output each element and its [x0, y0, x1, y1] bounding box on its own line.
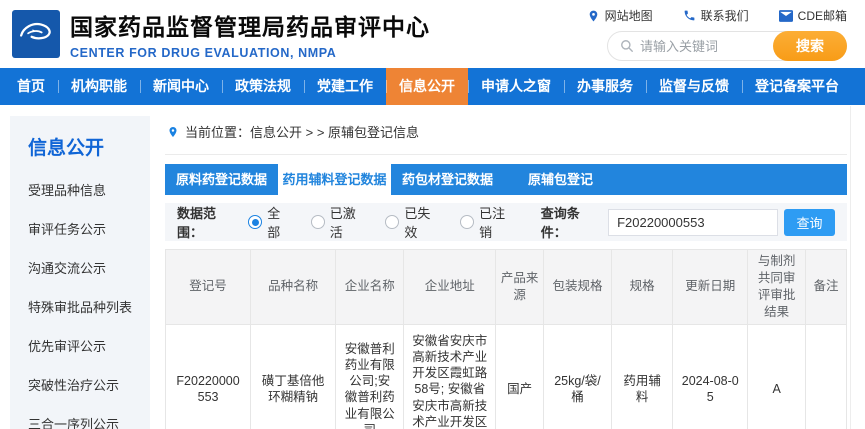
- sidebar-item-three-in-one[interactable]: 三合一序列公示: [10, 404, 150, 429]
- sidebar-item-review-tasks[interactable]: 审评任务公示: [10, 209, 150, 248]
- mailbox-link-label: CDE邮箱: [798, 7, 847, 24]
- col-update-date: 更新日期: [673, 250, 748, 325]
- tab-packaging-registration[interactable]: 药包材登记数据: [391, 164, 504, 195]
- sidebar-title: 信息公开: [10, 116, 150, 170]
- radio-activated-label: 已激活: [330, 203, 366, 241]
- site-title-block: 国家药品监督管理局药品审评中心 CENTER FOR DRUG EVALUATI…: [70, 8, 430, 60]
- search-icon: [620, 39, 634, 53]
- cell-company-address: 安徽省安庆市高新技术产业开发区霞虹路58号; 安徽省安庆市高新技术产业开发区霞虹…: [404, 324, 496, 429]
- cde-logo[interactable]: [12, 10, 60, 58]
- sidebar-item-special-approval[interactable]: 特殊审批品种列表: [10, 287, 150, 326]
- cell-update-date: 2024-08-05: [673, 324, 748, 429]
- radio-cancelled[interactable]: 已注销: [460, 203, 515, 241]
- col-company-address: 企业地址: [404, 250, 496, 325]
- sidebar-item-priority-review[interactable]: 优先审评公示: [10, 326, 150, 365]
- nav-item-party[interactable]: 党建工作: [304, 68, 386, 105]
- col-remarks: 备注: [806, 250, 847, 325]
- search-input[interactable]: [640, 39, 770, 54]
- mail-icon: [779, 10, 793, 22]
- scope-label: 数据范围：: [177, 203, 238, 241]
- table-header-row: 登记号 品种名称 企业名称 企业地址 产品来源 包装规格 规格 更新日期 与制剂…: [166, 250, 847, 325]
- radio-all[interactable]: 全部: [248, 203, 290, 241]
- col-variety-name: 品种名称: [251, 250, 336, 325]
- phone-icon: [683, 9, 696, 22]
- sidebar-item-breakthrough-therapy[interactable]: 突破性治疗公示: [10, 365, 150, 404]
- nav-item-home[interactable]: 首页: [4, 68, 58, 105]
- search-button[interactable]: 搜索: [773, 31, 847, 61]
- cell-registration-number: F20220000553: [166, 324, 251, 429]
- radio-cancelled-label: 已注销: [479, 203, 515, 241]
- col-registration-number: 登记号: [166, 250, 251, 325]
- radio-all-label: 全部: [267, 203, 290, 241]
- cell-packaging-spec: 25kg/袋/桶: [543, 324, 611, 429]
- cell-joint-review-result: A: [748, 324, 806, 429]
- page: 国家药品监督管理局药品审评中心 CENTER FOR DRUG EVALUATI…: [0, 0, 865, 429]
- breadcrumb-text: 当前位置：信息公开 > > 原辅包登记信息: [185, 122, 419, 141]
- radio-expired-label: 已失效: [404, 203, 440, 241]
- radio-expired-circle[interactable]: [385, 215, 399, 229]
- breadcrumb: 当前位置：信息公开 > > 原辅包登记信息: [165, 110, 847, 155]
- nav-item-supervision[interactable]: 监督与反馈: [646, 68, 742, 105]
- sitemap-link-label: 网站地图: [605, 7, 653, 24]
- cell-company-name: 安徽普利药业有限公司;安徽普利药业有限公司: [336, 324, 404, 429]
- content-right-divider: [850, 106, 851, 429]
- radio-cancelled-circle[interactable]: [460, 215, 474, 229]
- sidebar-item-communication[interactable]: 沟通交流公示: [10, 248, 150, 287]
- col-joint-review-result: 与制剂共同审评审批结果: [748, 250, 806, 325]
- radio-expired[interactable]: 已失效: [385, 203, 440, 241]
- query-input[interactable]: [608, 209, 778, 236]
- tab-excipient-registration[interactable]: 药用辅料登记数据: [278, 164, 391, 195]
- tab-bar: 原料药登记数据 药用辅料登记数据 药包材登记数据 原辅包登记: [165, 164, 847, 195]
- nav-item-functions[interactable]: 机构职能: [58, 68, 140, 105]
- tab-api-registration[interactable]: 原料药登记数据: [165, 164, 278, 195]
- nav-item-services[interactable]: 办事服务: [564, 68, 646, 105]
- radio-activated-circle[interactable]: [311, 215, 325, 229]
- query-button[interactable]: 查询: [784, 209, 835, 236]
- tab-raw-aux-pack[interactable]: 原辅包登记: [504, 164, 617, 195]
- site-subtitle: CENTER FOR DRUG EVALUATION, NMPA: [70, 46, 430, 60]
- query-condition-label: 查询条件：: [541, 203, 602, 241]
- col-company-name: 企业名称: [336, 250, 404, 325]
- contact-link-label: 联系我们: [701, 7, 749, 24]
- sidebar-item-accepted-varieties[interactable]: 受理品种信息: [10, 170, 150, 209]
- main-nav: 首页 机构职能 新闻中心 政策法规 党建工作 信息公开 申请人之窗 办事服务 监…: [0, 68, 865, 105]
- col-spec: 规格: [612, 250, 673, 325]
- main-content: 当前位置：信息公开 > > 原辅包登记信息 原料药登记数据 药用辅料登记数据 药…: [165, 110, 847, 429]
- contact-link[interactable]: 联系我们: [683, 7, 749, 24]
- location-pin-icon: [587, 9, 600, 23]
- radio-activated[interactable]: 已激活: [311, 203, 366, 241]
- cell-product-source: 国产: [496, 324, 544, 429]
- nav-item-info-disclosure[interactable]: 信息公开: [386, 68, 468, 105]
- sitemap-link[interactable]: 网站地图: [587, 7, 653, 24]
- filter-bar: 数据范围： 全部 已激活 已失效 已注销 查询条件： 查询: [165, 203, 847, 241]
- cde-logo-icon: [15, 11, 57, 58]
- nav-item-policy[interactable]: 政策法规: [222, 68, 304, 105]
- mailbox-link[interactable]: CDE邮箱: [779, 7, 847, 24]
- col-packaging-spec: 包装规格: [543, 250, 611, 325]
- cell-spec: 药用辅料: [612, 324, 673, 429]
- breadcrumb-pin-icon: [167, 125, 179, 139]
- nav-item-news[interactable]: 新闻中心: [140, 68, 222, 105]
- header-right: 网站地图 联系我们 CDE邮箱: [587, 7, 853, 61]
- table-row: F20220000553 磺丁基倍他环糊精钠 安徽普利药业有限公司;安徽普利药业…: [166, 324, 847, 429]
- radio-all-circle[interactable]: [248, 215, 262, 229]
- site-header: 国家药品监督管理局药品审评中心 CENTER FOR DRUG EVALUATI…: [0, 0, 865, 68]
- nav-item-applicant[interactable]: 申请人之窗: [468, 68, 564, 105]
- cell-variety-name: 磺丁基倍他环糊精钠: [251, 324, 336, 429]
- results-table: 登记号 品种名称 企业名称 企业地址 产品来源 包装规格 规格 更新日期 与制剂…: [165, 249, 847, 429]
- quick-links: 网站地图 联系我们 CDE邮箱: [587, 7, 847, 24]
- site-title: 国家药品监督管理局药品审评中心: [70, 8, 430, 42]
- search-bar: 搜索: [607, 31, 847, 61]
- nav-item-registration-platform[interactable]: 登记备案平台: [742, 68, 852, 105]
- cell-remarks: [806, 324, 847, 429]
- col-product-source: 产品来源: [496, 250, 544, 325]
- sidebar: 信息公开 受理品种信息 审评任务公示 沟通交流公示 特殊审批品种列表 优先审评公…: [10, 116, 150, 429]
